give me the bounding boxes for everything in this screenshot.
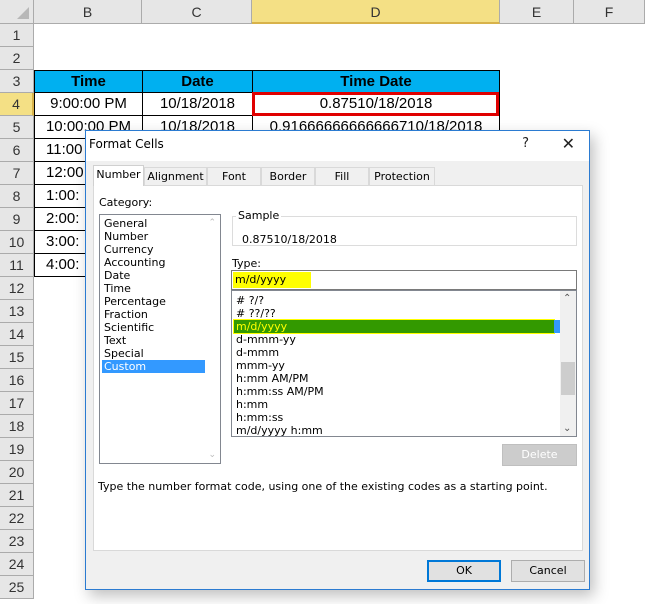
row-header-20[interactable]: 20 (0, 461, 34, 484)
format-code-item[interactable]: d-mmm-yy (234, 333, 554, 346)
tab-border[interactable]: Border (261, 167, 315, 185)
category-item[interactable]: Accounting (102, 256, 205, 269)
format-code-item[interactable]: d-mmm (234, 346, 554, 359)
category-item[interactable]: Time (102, 282, 205, 295)
row-header-16[interactable]: 16 (0, 369, 34, 392)
header-cell-time-date[interactable]: Time Date (252, 70, 500, 93)
selected-cell-highlight (252, 92, 499, 116)
row-header-15[interactable]: 15 (0, 346, 34, 369)
row-header-18[interactable]: 18 (0, 415, 34, 438)
row-header-1[interactable]: 1 (0, 24, 34, 47)
row-header-6[interactable]: 6 (0, 139, 34, 162)
cancel-button[interactable]: Cancel (511, 560, 585, 582)
ok-button[interactable]: OK (427, 560, 501, 582)
column-header-c[interactable]: C (142, 0, 252, 24)
sample-label: Sample (236, 209, 282, 222)
tab-protection[interactable]: Protection (369, 167, 435, 185)
row-header-8[interactable]: 8 (0, 185, 34, 208)
cell-time[interactable]: 9:00:00 PM (34, 92, 143, 116)
column-header-b[interactable]: B (34, 0, 142, 24)
format-code-item[interactable]: mmm-yy (234, 359, 554, 372)
dialog-title: Format Cells (89, 137, 164, 151)
format-code-item[interactable]: # ??/?? (234, 307, 554, 320)
category-item[interactable]: Text (102, 334, 205, 347)
row-header-21[interactable]: 21 (0, 484, 34, 507)
format-cells-dialog: Format Cells ? ✕ Number Alignment Font B… (85, 130, 590, 590)
chevron-down-icon[interactable]: ⌄ (208, 450, 216, 460)
format-list-scrollbar[interactable]: ⌃ ⌄ (560, 291, 576, 436)
tab-font[interactable]: Font (207, 167, 261, 185)
scrollbar-thumb[interactable] (561, 362, 575, 395)
type-label: Type: (232, 257, 261, 270)
category-listbox[interactable]: General Number Currency Accounting Date Time P… (99, 214, 221, 464)
row-header-13[interactable]: 13 (0, 300, 34, 323)
cell-date[interactable]: 10/18/2018 (142, 92, 253, 116)
category-item[interactable]: Scientific (102, 321, 205, 334)
category-item[interactable]: Fraction (102, 308, 205, 321)
select-all-corner[interactable] (0, 0, 34, 24)
row-header-23[interactable]: 23 (0, 530, 34, 553)
dialog-titlebar[interactable]: Format Cells ? ✕ (86, 131, 589, 161)
row-header-5[interactable]: 5 (0, 116, 34, 139)
row-header-9[interactable]: 9 (0, 208, 34, 231)
tab-fill[interactable]: Fill (315, 167, 369, 185)
column-header-d[interactable]: D (252, 0, 500, 24)
sample-value: 0.87510/18/2018 (242, 233, 337, 246)
chevron-up-icon[interactable]: ⌃ (563, 293, 571, 304)
row-header-22[interactable]: 22 (0, 507, 34, 530)
tab-alignment[interactable]: Alignment (144, 167, 207, 185)
category-item[interactable]: Percentage (102, 295, 205, 308)
delete-button[interactable]: Delete (502, 444, 577, 466)
chevron-up-icon[interactable]: ⌃ (208, 218, 216, 228)
chevron-down-icon[interactable]: ⌄ (563, 423, 571, 434)
format-code-item[interactable]: m/d/yyyy h:mm (234, 424, 554, 437)
close-icon[interactable]: ✕ (562, 134, 575, 153)
format-code-item[interactable]: h:mm (234, 398, 554, 411)
column-header-f[interactable]: F (574, 0, 645, 24)
column-header-e[interactable]: E (500, 0, 574, 24)
row-header-14[interactable]: 14 (0, 323, 34, 346)
category-item[interactable]: Currency (102, 243, 205, 256)
category-item[interactable]: Date (102, 269, 205, 282)
header-cell-date[interactable]: Date (142, 70, 253, 93)
row-header-4[interactable]: 4 (0, 93, 34, 116)
row-header-19[interactable]: 19 (0, 438, 34, 461)
hint-text: Type the number format code, using one o… (98, 480, 548, 493)
tab-number[interactable]: Number (93, 165, 144, 186)
category-label: Category: (99, 196, 153, 209)
number-tab-panel: Category: General Number Currency Accountin… (93, 185, 583, 551)
row-header-2[interactable]: 2 (0, 47, 34, 70)
row-header-11[interactable]: 11 (0, 254, 34, 277)
category-item[interactable]: General (102, 217, 205, 230)
format-code-item[interactable]: m/d/yyyy (233, 319, 560, 334)
help-icon[interactable]: ? (522, 136, 529, 151)
header-cell-time[interactable]: Time (34, 70, 143, 93)
format-code-listbox[interactable]: # ?/? # ??/?? m/d/yyyy d-mmm-yy d-mmm mmm-yy h… (231, 290, 577, 437)
category-item[interactable]: Number (102, 230, 205, 243)
row-header-25[interactable]: 25 (0, 576, 34, 599)
format-code-item[interactable]: h:mm:ss AM/PM (234, 385, 554, 398)
format-code-item[interactable]: h:mm:ss (234, 411, 554, 424)
row-header-7[interactable]: 7 (0, 162, 34, 185)
row-header-12[interactable]: 12 (0, 277, 34, 300)
format-code-item[interactable]: h:mm AM/PM (234, 372, 554, 385)
type-input[interactable]: m/d/yyyy (231, 270, 577, 290)
row-header-24[interactable]: 24 (0, 553, 34, 576)
row-header-10[interactable]: 10 (0, 231, 34, 254)
format-code-item[interactable]: # ?/? (234, 294, 554, 307)
category-item[interactable]: Special (102, 347, 205, 360)
row-header-17[interactable]: 17 (0, 392, 34, 415)
category-item[interactable]: Custom (102, 360, 205, 373)
type-input-value: m/d/yyyy (233, 272, 311, 288)
row-header-3[interactable]: 3 (0, 70, 34, 93)
